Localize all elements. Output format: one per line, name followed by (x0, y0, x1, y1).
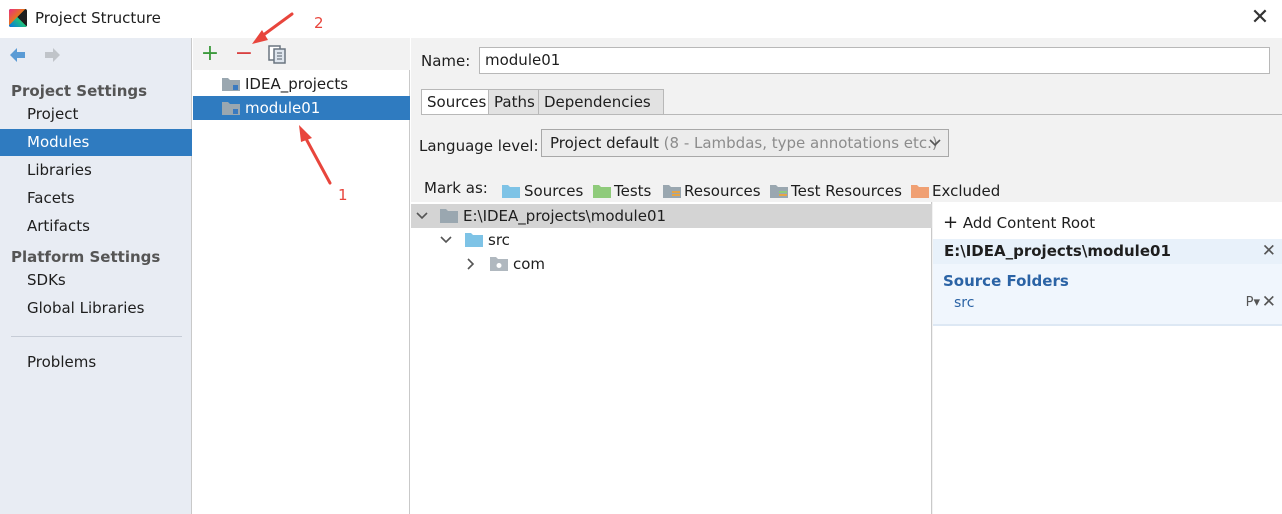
remove-module-button[interactable]: − (233, 43, 255, 65)
chevron-down-icon (929, 139, 941, 147)
source-folders-section: Source Folders src P▾ ✕ (933, 264, 1282, 326)
tree-item-label: com (513, 255, 546, 273)
back-arrow-icon[interactable] (8, 44, 28, 66)
sidebar-divider (11, 336, 182, 337)
chevron-down-icon[interactable] (440, 234, 452, 246)
module-item-module01[interactable]: module01 (193, 96, 410, 120)
project-settings-header: Project Settings (11, 82, 148, 100)
package-prefix-icon[interactable]: P▾ (1246, 295, 1260, 310)
module-name-field[interactable]: module01 (479, 47, 1270, 74)
tab-paths[interactable]: Paths (488, 89, 539, 115)
plus-icon: + (943, 212, 959, 233)
add-content-root-label: Add Content Root (962, 214, 1096, 232)
sidebar-item-problems[interactable]: Problems (0, 349, 192, 376)
add-content-root-button[interactable]: + Add Content Root (943, 212, 1095, 233)
module-detail-panel: Name: module01 Sources Paths Dependencie… (411, 38, 1282, 514)
tree-item-src[interactable]: src (411, 228, 932, 252)
window-title: Project Structure (35, 9, 161, 27)
mark-as-label: Mark as: (424, 179, 488, 197)
close-window-button[interactable]: ✕ (1248, 6, 1272, 30)
excluded-folder-icon (911, 185, 929, 198)
module-label: module01 (245, 99, 321, 117)
content-root-path: E:\IDEA_projects\module01 (944, 242, 1171, 260)
module-label: IDEA_projects (245, 75, 349, 93)
sidebar-item-global-libraries[interactable]: Global Libraries (0, 295, 192, 322)
modules-toolbar: + − (193, 38, 410, 70)
content-root-header: E:\IDEA_projects\module01 ✕ (933, 239, 1282, 264)
source-folders-title: Source Folders (943, 272, 1069, 290)
test-resources-folder-icon (770, 185, 788, 198)
tab-divider (421, 114, 1282, 115)
sidebar-item-libraries[interactable]: Libraries (0, 157, 192, 184)
tree-item-com[interactable]: com (411, 252, 932, 276)
source-folder-icon (465, 233, 483, 247)
module-item-idea-projects[interactable]: IDEA_projects (193, 72, 410, 96)
folder-icon (440, 209, 458, 223)
copy-module-icon[interactable] (266, 43, 288, 65)
mark-as-label-text: Resources (684, 182, 761, 200)
annotation-label-2: 2 (314, 14, 324, 32)
language-level-dropdown[interactable]: Project default (8 - Lambdas, type annot… (541, 129, 949, 157)
mark-as-label-text: Tests (614, 182, 652, 200)
sidebar-item-modules[interactable]: Modules (0, 129, 192, 156)
resources-folder-icon (663, 185, 681, 198)
content-roots-panel: + Add Content Root E:\IDEA_projects\modu… (933, 202, 1282, 514)
sidebar-item-artifacts[interactable]: Artifacts (0, 213, 192, 240)
tab-dependencies[interactable]: Dependencies (538, 89, 664, 115)
tab-sources[interactable]: Sources (421, 89, 489, 115)
language-level-label: Language level: (419, 137, 539, 155)
module-folder-icon (222, 102, 240, 115)
source-folder-item[interactable]: src (954, 295, 974, 311)
module-folder-icon (222, 78, 240, 91)
mark-as-label-text: Excluded (932, 182, 1001, 200)
sources-folder-icon (502, 185, 520, 198)
name-label: Name: (421, 52, 471, 70)
language-level-hint: (8 - Lambdas, type annotations etc.) (663, 134, 938, 152)
tree-item-label: src (488, 231, 510, 249)
add-module-button[interactable]: + (199, 43, 221, 65)
sidebar-item-facets[interactable]: Facets (0, 185, 192, 212)
modules-list-panel: + − IDEA_projects module01 (193, 38, 410, 514)
forward-arrow-icon[interactable] (42, 44, 62, 66)
content-root-path: E:\IDEA_projects\module01 (463, 207, 667, 225)
package-folder-icon (490, 257, 508, 271)
mark-as-label-text: Sources (524, 182, 584, 200)
sidebar-item-project[interactable]: Project (0, 101, 192, 128)
content-root-row[interactable]: E:\IDEA_projects\module01 (411, 204, 932, 228)
sidebar-item-sdks[interactable]: SDKs (0, 267, 192, 294)
title-bar: Project Structure ✕ (0, 0, 1282, 38)
settings-sidebar: Project Settings Project Modules Librari… (0, 38, 192, 514)
content-tree: E:\IDEA_projects\module01 src com (411, 202, 932, 514)
annotation-label-1: 1 (338, 186, 348, 204)
mark-as-label-text: Test Resources (791, 182, 902, 200)
remove-content-root-icon[interactable]: ✕ (1262, 239, 1276, 264)
platform-settings-header: Platform Settings (11, 248, 161, 266)
intellij-logo-icon (9, 9, 27, 27)
language-level-value: Project default (550, 134, 659, 152)
chevron-right-icon[interactable] (465, 258, 477, 270)
chevron-down-icon[interactable] (416, 210, 428, 222)
remove-source-folder-icon[interactable]: ✕ (1262, 292, 1276, 312)
tests-folder-icon (593, 185, 611, 198)
